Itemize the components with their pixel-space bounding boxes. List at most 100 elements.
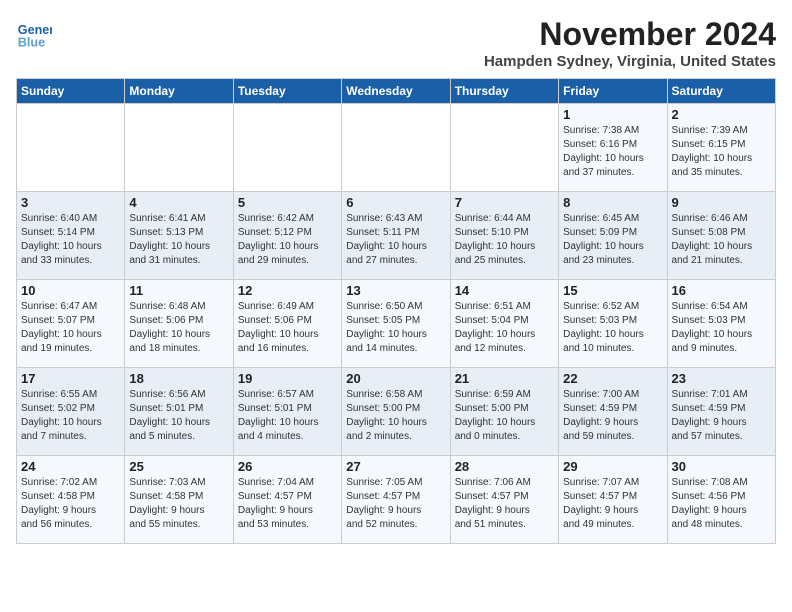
calendar-cell: 18 Sunrise: 6:56 AM Sunset: 5:01 PM Dayli… [125,368,233,456]
calendar-cell: 6Sunrise: 6:43 AM Sunset: 5:11 PM Daylig… [342,192,450,280]
calendar-table: SundayMondayTuesdayWednesdayThursdayFrid… [16,78,776,544]
day-number: 29 [563,459,662,474]
calendar-cell: 30 Sunrise: 7:08 AM Sunset: 4:56 PM Dayli… [667,456,775,544]
calendar-cell: 25Sunrise: 7:03 AM Sunset: 4:58 PM Dayli… [125,456,233,544]
calendar-cell [342,104,450,192]
title-area: November 2024 Hampden Sydney, Virginia, … [484,16,776,70]
calendar-cell [125,104,233,192]
day-info: Sunrise: 6:44 AM Sunset: 5:10 PM Dayligh… [455,212,554,268]
calendar-cell: 7 Sunrise: 6:44 AM Sunset: 5:10 PM Daylig… [450,192,558,280]
day-number: 18 [129,371,228,386]
day-info: Sunrise: 6:50 AM Sunset: 5:05 PM Dayligh… [346,300,445,356]
calendar-cell: 19 Sunrise: 6:57 AM Sunset: 5:01 PM Dayli… [233,368,341,456]
calendar-cell: 15 Sunrise: 6:52 AM Sunset: 5:03 PM Dayli… [559,280,667,368]
calendar-header-cell: Monday [125,79,233,104]
day-number: 5 [238,195,337,210]
day-info: Sunrise: 6:58 AM Sunset: 5:00 PM Dayligh… [346,388,445,444]
day-number: 7 [455,195,554,210]
calendar-header-cell: Thursday [450,79,558,104]
day-number: 22 [563,371,662,386]
day-info: Sunrise: 6:52 AM Sunset: 5:03 PM Dayligh… [563,300,662,356]
calendar-cell: 22Sunrise: 7:00 AM Sunset: 4:59 PM Dayli… [559,368,667,456]
calendar-cell: 16 Sunrise: 6:54 AM Sunset: 5:03 PM Dayli… [667,280,775,368]
day-number: 30 [672,459,771,474]
calendar-week-row: 10 Sunrise: 6:47 AM Sunset: 5:07 PM Dayli… [17,280,776,368]
calendar-cell: 21Sunrise: 6:59 AM Sunset: 5:00 PM Dayli… [450,368,558,456]
day-number: 19 [238,371,337,386]
calendar-body: 1 Sunrise: 7:38 AM Sunset: 6:16 PM Daylig… [17,104,776,544]
day-number: 21 [455,371,554,386]
day-number: 1 [563,107,662,122]
calendar-cell: 23Sunrise: 7:01 AM Sunset: 4:59 PM Dayli… [667,368,775,456]
calendar-header-cell: Tuesday [233,79,341,104]
calendar-cell [233,104,341,192]
calendar-cell [450,104,558,192]
calendar-cell: 2 Sunrise: 7:39 AM Sunset: 6:15 PM Daylig… [667,104,775,192]
day-info: Sunrise: 6:47 AM Sunset: 5:07 PM Dayligh… [21,300,120,356]
calendar-cell: 3 Sunrise: 6:40 AM Sunset: 5:14 PM Daylig… [17,192,125,280]
day-info: Sunrise: 7:02 AM Sunset: 4:58 PM Dayligh… [21,476,120,532]
day-number: 17 [21,371,120,386]
calendar-header-cell: Saturday [667,79,775,104]
calendar-header-cell: Friday [559,79,667,104]
day-number: 16 [672,283,771,298]
calendar-cell [17,104,125,192]
day-info: Sunrise: 6:45 AM Sunset: 5:09 PM Dayligh… [563,212,662,268]
day-info: Sunrise: 7:39 AM Sunset: 6:15 PM Dayligh… [672,124,771,180]
day-number: 3 [21,195,120,210]
calendar-cell: 14 Sunrise: 6:51 AM Sunset: 5:04 PM Dayli… [450,280,558,368]
calendar-cell: 4Sunrise: 6:41 AM Sunset: 5:13 PM Daylig… [125,192,233,280]
day-number: 26 [238,459,337,474]
day-number: 27 [346,459,445,474]
calendar-cell: 12 Sunrise: 6:49 AM Sunset: 5:06 PM Dayli… [233,280,341,368]
logo: General Blue [16,16,56,52]
calendar-cell: 1 Sunrise: 7:38 AM Sunset: 6:16 PM Daylig… [559,104,667,192]
day-number: 13 [346,283,445,298]
calendar-week-row: 24 Sunrise: 7:02 AM Sunset: 4:58 PM Dayli… [17,456,776,544]
calendar-cell: 26Sunrise: 7:04 AM Sunset: 4:57 PM Dayli… [233,456,341,544]
day-number: 2 [672,107,771,122]
day-info: Sunrise: 6:56 AM Sunset: 5:01 PM Dayligh… [129,388,228,444]
day-number: 10 [21,283,120,298]
day-info: Sunrise: 6:42 AM Sunset: 5:12 PM Dayligh… [238,212,337,268]
day-number: 15 [563,283,662,298]
calendar-week-row: 1 Sunrise: 7:38 AM Sunset: 6:16 PM Daylig… [17,104,776,192]
day-number: 24 [21,459,120,474]
day-number: 14 [455,283,554,298]
day-info: Sunrise: 7:01 AM Sunset: 4:59 PM Dayligh… [672,388,771,444]
calendar-cell: 29 Sunrise: 7:07 AM Sunset: 4:57 PM Dayli… [559,456,667,544]
calendar-header-cell: Wednesday [342,79,450,104]
day-info: Sunrise: 7:06 AM Sunset: 4:57 PM Dayligh… [455,476,554,532]
calendar-cell: 13 Sunrise: 6:50 AM Sunset: 5:05 PM Dayli… [342,280,450,368]
calendar-cell: 20 Sunrise: 6:58 AM Sunset: 5:00 PM Dayli… [342,368,450,456]
day-info: Sunrise: 7:38 AM Sunset: 6:16 PM Dayligh… [563,124,662,180]
day-info: Sunrise: 6:54 AM Sunset: 5:03 PM Dayligh… [672,300,771,356]
day-number: 28 [455,459,554,474]
day-info: Sunrise: 6:40 AM Sunset: 5:14 PM Dayligh… [21,212,120,268]
day-info: Sunrise: 6:55 AM Sunset: 5:02 PM Dayligh… [21,388,120,444]
day-info: Sunrise: 6:49 AM Sunset: 5:06 PM Dayligh… [238,300,337,356]
day-info: Sunrise: 7:07 AM Sunset: 4:57 PM Dayligh… [563,476,662,532]
calendar-cell: 17 Sunrise: 6:55 AM Sunset: 5:02 PM Dayli… [17,368,125,456]
day-info: Sunrise: 7:08 AM Sunset: 4:56 PM Dayligh… [672,476,771,532]
day-number: 12 [238,283,337,298]
day-info: Sunrise: 6:43 AM Sunset: 5:11 PM Dayligh… [346,212,445,268]
calendar-cell: 27Sunrise: 7:05 AM Sunset: 4:57 PM Dayli… [342,456,450,544]
calendar-cell: 5 Sunrise: 6:42 AM Sunset: 5:12 PM Daylig… [233,192,341,280]
calendar-header-cell: Sunday [17,79,125,104]
day-info: Sunrise: 6:51 AM Sunset: 5:04 PM Dayligh… [455,300,554,356]
calendar-cell: 28 Sunrise: 7:06 AM Sunset: 4:57 PM Dayli… [450,456,558,544]
calendar-week-row: 3 Sunrise: 6:40 AM Sunset: 5:14 PM Daylig… [17,192,776,280]
day-info: Sunrise: 6:48 AM Sunset: 5:06 PM Dayligh… [129,300,228,356]
day-number: 20 [346,371,445,386]
calendar-cell: 11Sunrise: 6:48 AM Sunset: 5:06 PM Dayli… [125,280,233,368]
month-title: November 2024 [484,16,776,53]
day-info: Sunrise: 6:57 AM Sunset: 5:01 PM Dayligh… [238,388,337,444]
calendar-week-row: 17 Sunrise: 6:55 AM Sunset: 5:02 PM Dayli… [17,368,776,456]
calendar-cell: 8Sunrise: 6:45 AM Sunset: 5:09 PM Daylig… [559,192,667,280]
calendar-cell: 9Sunrise: 6:46 AM Sunset: 5:08 PM Daylig… [667,192,775,280]
location: Hampden Sydney, Virginia, United States [484,53,776,70]
day-info: Sunrise: 6:46 AM Sunset: 5:08 PM Dayligh… [672,212,771,268]
day-info: Sunrise: 7:03 AM Sunset: 4:58 PM Dayligh… [129,476,228,532]
svg-text:Blue: Blue [18,36,45,50]
